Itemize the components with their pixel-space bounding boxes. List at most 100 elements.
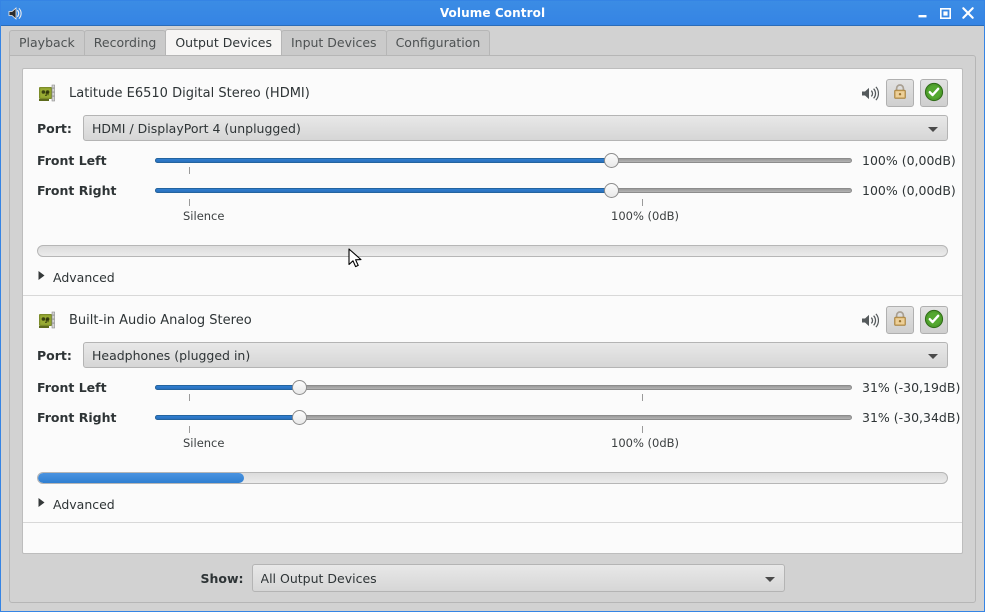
- set-as-default-button[interactable]: [920, 306, 948, 334]
- port-combobox-value: HDMI / DisplayPort 4 (unplugged): [92, 120, 301, 136]
- port-row: Port: HDMI / DisplayPort 4 (unplugged): [37, 115, 948, 141]
- titlebar[interactable]: Volume Control: [1, 1, 984, 26]
- channel-value: 31% (-30,19dB): [862, 379, 961, 395]
- lock-channels-icon: [892, 310, 908, 330]
- lock-channels-button[interactable]: [886, 306, 914, 334]
- tab-recording[interactable]: Recording: [83, 30, 167, 55]
- lock-channels-icon: [892, 83, 908, 103]
- device-list: Latitude E6510 Digital Stereo (HDMI) Por…: [22, 68, 963, 554]
- advanced-expander[interactable]: Advanced: [37, 265, 115, 289]
- port-combobox[interactable]: Headphones (plugged in): [83, 342, 948, 368]
- triangle-right-icon: [37, 497, 46, 511]
- port-combobox-value: Headphones (plugged in): [92, 347, 251, 363]
- level-meter: [37, 245, 948, 257]
- channel-label: Front Right: [37, 182, 117, 198]
- device-card: Latitude E6510 Digital Stereo (HDMI) Por…: [23, 69, 962, 296]
- tab-bar: Playback Recording Output Devices Input …: [1, 26, 984, 55]
- tab-output-devices-label: Output Devices: [175, 35, 272, 50]
- tab-playback-label: Playback: [19, 35, 75, 50]
- channel-value: 31% (-30,34dB): [862, 409, 961, 425]
- advanced-label: Advanced: [53, 269, 115, 285]
- volume-slider-front-right[interactable]: [155, 406, 852, 428]
- device-header-controls: [858, 79, 948, 107]
- lock-channels-button[interactable]: [886, 79, 914, 107]
- volume-slider-front-left[interactable]: [155, 376, 852, 398]
- slider-handle[interactable]: [603, 183, 619, 198]
- advanced-expander[interactable]: Advanced: [37, 492, 115, 516]
- volume-control-window: Volume Control Playback Recording Output…: [0, 0, 985, 612]
- device-card: Built-in Audio Analog Stereo Port: Headp…: [23, 296, 962, 523]
- device-header: Latitude E6510 Digital Stereo (HDMI): [37, 79, 948, 107]
- base-volume-caption: 100% (0dB): [611, 209, 680, 223]
- show-combobox[interactable]: All Output Devices: [251, 564, 785, 592]
- base-volume-tick: [642, 199, 643, 206]
- tab-configuration[interactable]: Configuration: [385, 30, 491, 55]
- volume-slider-front-right[interactable]: [155, 179, 852, 201]
- silence-tick: [189, 394, 190, 401]
- port-combobox[interactable]: HDMI / DisplayPort 4 (unplugged): [83, 115, 948, 141]
- channel-row: Front Left 31% (-30,19dB): [37, 376, 961, 398]
- set-as-default-check-icon: [924, 82, 944, 105]
- port-row: Port: Headphones (plugged in): [37, 342, 948, 368]
- channel-sliders: Front Left 31% (-30,19dB) Front Right 31…: [37, 376, 961, 458]
- window-controls: [915, 6, 984, 20]
- slider-fill: [155, 188, 612, 193]
- silence-tick: [189, 426, 190, 433]
- speaker-volume-icon[interactable]: [858, 309, 880, 331]
- slider-fill: [155, 415, 300, 420]
- port-label: Port:: [37, 347, 72, 363]
- base-volume-caption: 100% (0dB): [611, 436, 680, 450]
- port-label: Port:: [37, 120, 72, 136]
- channel-value: 100% (0,00dB): [862, 152, 956, 168]
- advanced-label: Advanced: [53, 496, 115, 512]
- tab-input-devices[interactable]: Input Devices: [280, 30, 387, 55]
- speaker-volume-icon[interactable]: [858, 82, 880, 104]
- channel-label: Front Right: [37, 409, 117, 425]
- slider-handle[interactable]: [603, 153, 619, 168]
- channel-sliders: Front Left 100% (0,00dB) Front Right 100…: [37, 149, 956, 231]
- show-combobox-value: All Output Devices: [260, 570, 377, 586]
- channel-row: Front Right 100% (0,00dB): [37, 179, 956, 201]
- volume-slider-front-left[interactable]: [155, 149, 852, 171]
- level-meter-fill: [38, 473, 245, 483]
- device-header-controls: [858, 306, 948, 334]
- silence-tick: [189, 199, 190, 206]
- minimize-button[interactable]: [915, 6, 929, 20]
- level-meter: [37, 472, 948, 484]
- close-button[interactable]: [961, 6, 975, 20]
- slider-handle[interactable]: [291, 380, 307, 395]
- slider-fill: [155, 158, 612, 163]
- channel-row: Front Right 31% (-30,34dB): [37, 406, 961, 428]
- window-title: Volume Control: [439, 6, 546, 20]
- silence-caption: Silence: [183, 209, 225, 223]
- slider-fill: [155, 385, 300, 390]
- output-devices-panel: Latitude E6510 Digital Stereo (HDMI) Por…: [9, 55, 976, 603]
- set-as-default-button[interactable]: [920, 79, 948, 107]
- speaker-icon: [5, 4, 23, 22]
- chevron-down-icon: [927, 121, 939, 136]
- silence-tick: [189, 167, 190, 174]
- silence-caption: Silence: [183, 436, 225, 450]
- tab-playback[interactable]: Playback: [9, 30, 85, 55]
- device-name: Latitude E6510 Digital Stereo (HDMI): [69, 85, 310, 101]
- tab-input-devices-label: Input Devices: [290, 35, 377, 50]
- channel-label: Front Left: [37, 379, 107, 395]
- audio-card-icon: [37, 309, 59, 331]
- slider-handle[interactable]: [291, 410, 307, 425]
- chevron-down-icon: [764, 571, 776, 586]
- device-header: Built-in Audio Analog Stereo: [37, 306, 948, 334]
- tab-configuration-label: Configuration: [395, 35, 481, 50]
- audio-card-icon: [37, 82, 59, 104]
- triangle-right-icon: [37, 270, 46, 284]
- show-label: Show:: [200, 570, 244, 586]
- maximize-button[interactable]: [938, 6, 952, 20]
- tab-recording-label: Recording: [93, 35, 157, 50]
- chevron-down-icon: [927, 348, 939, 363]
- device-name: Built-in Audio Analog Stereo: [69, 312, 252, 328]
- set-as-default-check-icon: [924, 309, 944, 332]
- base-volume-tick: [642, 426, 643, 433]
- tab-output-devices[interactable]: Output Devices: [165, 29, 282, 55]
- base-volume-tick: [642, 394, 643, 401]
- show-filter-bar: Show: All Output Devices: [10, 554, 975, 602]
- channel-label: Front Left: [37, 152, 107, 168]
